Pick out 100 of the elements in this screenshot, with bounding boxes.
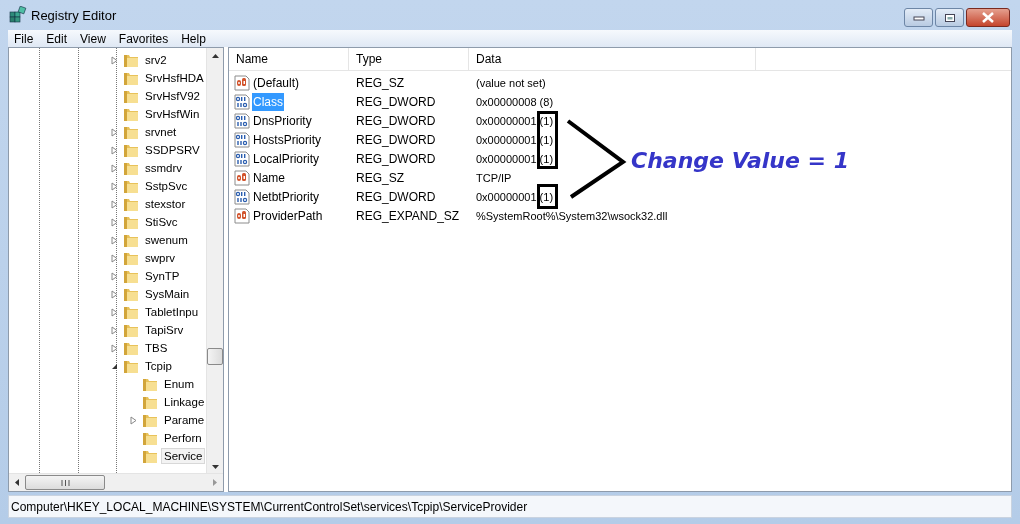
highlight-box xyxy=(537,184,558,209)
tree-item[interactable]: TapiSrv xyxy=(142,322,187,338)
scroll-thumb[interactable] xyxy=(207,348,223,365)
column-header[interactable]: Type xyxy=(349,48,469,70)
expand-arrow-icon[interactable] xyxy=(111,253,118,263)
tree-item[interactable]: SstpSvc xyxy=(142,178,191,194)
expand-arrow-icon[interactable] xyxy=(130,415,137,425)
folder-icon xyxy=(123,250,139,266)
value-data: TCP/IP xyxy=(476,171,512,184)
folder-icon xyxy=(123,214,139,230)
tree-item[interactable]: ssmdrv xyxy=(142,160,186,176)
window-title: Registry Editor xyxy=(31,7,117,23)
tree-item[interactable]: TBS xyxy=(142,340,171,356)
expand-arrow-icon[interactable] xyxy=(111,163,118,173)
tree-item[interactable]: swprv xyxy=(142,250,179,266)
string-value-icon xyxy=(234,74,250,91)
tree-item[interactable]: SynTP xyxy=(142,268,183,284)
tree-item[interactable]: SrvHsfWin xyxy=(142,106,203,122)
folder-icon xyxy=(142,412,158,428)
folder-icon xyxy=(123,142,139,158)
expand-arrow-icon[interactable] xyxy=(111,199,118,209)
scroll-up-icon[interactable] xyxy=(211,54,219,58)
value-data: 0x00000001 (1) xyxy=(476,152,554,165)
value-name[interactable]: ProviderPath xyxy=(252,206,324,225)
folder-icon xyxy=(123,70,139,86)
tree-item[interactable]: Enum xyxy=(161,376,198,392)
tree-item[interactable]: Parame xyxy=(161,412,206,428)
registry-cubes-icon xyxy=(9,6,27,24)
tree-item[interactable]: SrvHsfV92 xyxy=(142,88,203,104)
expand-arrow-icon[interactable] xyxy=(111,145,118,155)
vertical-scrollbar[interactable] xyxy=(206,48,223,473)
expand-arrow-icon[interactable] xyxy=(111,127,118,137)
tree-item[interactable]: TabletInpu xyxy=(142,304,202,320)
maximize-icon[interactable] xyxy=(943,12,956,23)
string-value-icon xyxy=(234,207,250,224)
close-icon[interactable] xyxy=(981,12,995,23)
folder-icon xyxy=(123,268,139,284)
expand-arrow-icon[interactable] xyxy=(111,181,118,191)
value-data: 0x00000001 (1) xyxy=(476,114,554,127)
expand-arrow-icon[interactable] xyxy=(111,325,118,335)
value-name[interactable]: Name xyxy=(252,168,286,187)
menu-item[interactable]: Edit xyxy=(46,31,68,46)
value-data: (value not set) xyxy=(476,76,546,89)
expand-arrow-icon[interactable] xyxy=(111,55,118,65)
folder-icon xyxy=(123,88,139,104)
maximize-button[interactable] xyxy=(935,8,964,27)
value-type: REG_DWORD xyxy=(355,132,437,147)
value-name[interactable]: LocalPriority xyxy=(252,149,321,168)
column-header[interactable]: Name xyxy=(229,48,349,70)
value-name[interactable]: DnsPriority xyxy=(252,111,313,130)
folder-icon xyxy=(123,196,139,212)
scroll-down-icon[interactable] xyxy=(211,465,219,469)
tree-item[interactable]: srv2 xyxy=(142,52,170,68)
tree-item[interactable]: srvnet xyxy=(142,124,180,140)
expand-arrow-icon[interactable] xyxy=(111,235,118,245)
folder-icon xyxy=(123,340,139,356)
value-type: REG_DWORD xyxy=(355,189,437,204)
value-name[interactable]: HostsPriority xyxy=(252,130,322,149)
expand-arrow-icon[interactable] xyxy=(111,307,118,317)
menu-item[interactable]: Help xyxy=(181,31,206,46)
value-data: 0x00000001 (1) xyxy=(476,190,554,203)
close-button[interactable] xyxy=(966,8,1010,27)
folder-icon xyxy=(123,358,139,374)
scroll-thumb[interactable] xyxy=(25,475,105,490)
minimize-icon[interactable] xyxy=(912,14,925,21)
expand-arrow-icon[interactable] xyxy=(111,271,118,281)
value-type: REG_DWORD xyxy=(355,94,437,109)
folder-icon xyxy=(123,286,139,302)
folder-icon xyxy=(142,448,158,464)
folder-icon xyxy=(123,178,139,194)
tree-item[interactable]: SrvHsfHDA xyxy=(142,70,206,86)
value-name[interactable]: NetbtPriority xyxy=(252,187,321,206)
tree-item[interactable]: SSDPSRV xyxy=(142,142,203,158)
tree-item[interactable]: Tcpip xyxy=(142,358,175,374)
value-type: REG_DWORD xyxy=(355,113,437,128)
tree-item[interactable]: StiSvc xyxy=(142,214,181,230)
expand-arrow-icon[interactable] xyxy=(111,343,118,353)
tree-item[interactable]: Linkage xyxy=(161,394,206,410)
expand-arrow-icon[interactable] xyxy=(111,289,118,299)
value-data: 0x00000008 (8) xyxy=(476,95,554,108)
menu-item[interactable]: Favorites xyxy=(118,31,169,46)
scroll-left-icon[interactable] xyxy=(15,479,19,486)
tree-item[interactable]: Perforn xyxy=(161,430,205,446)
value-data: %SystemRoot%\System32\wsock32.dll xyxy=(476,209,668,222)
folder-icon xyxy=(142,394,158,410)
tree-item[interactable]: stexstor xyxy=(142,196,189,212)
value-type: REG_SZ xyxy=(355,75,405,90)
status-bar: Computer\HKEY_LOCAL_MACHINE\SYSTEM\CurrentControlSet\services\Tcpip\ServiceProvider xyxy=(8,495,1012,518)
tree-item[interactable]: SysMain xyxy=(142,286,193,302)
tree-item[interactable]: swenum xyxy=(142,232,191,248)
value-type: REG_SZ xyxy=(355,170,405,185)
column-header[interactable]: Data xyxy=(469,48,756,70)
tree-item[interactable]: Service xyxy=(161,448,206,464)
menu-item[interactable]: View xyxy=(80,31,106,46)
scroll-right-icon[interactable] xyxy=(213,479,217,486)
expand-arrow-icon[interactable] xyxy=(111,217,118,227)
value-name[interactable]: (Default) xyxy=(252,73,300,92)
horizontal-scrollbar[interactable] xyxy=(9,473,223,491)
menu-item[interactable]: File xyxy=(14,31,34,46)
string-value-icon xyxy=(234,169,250,186)
